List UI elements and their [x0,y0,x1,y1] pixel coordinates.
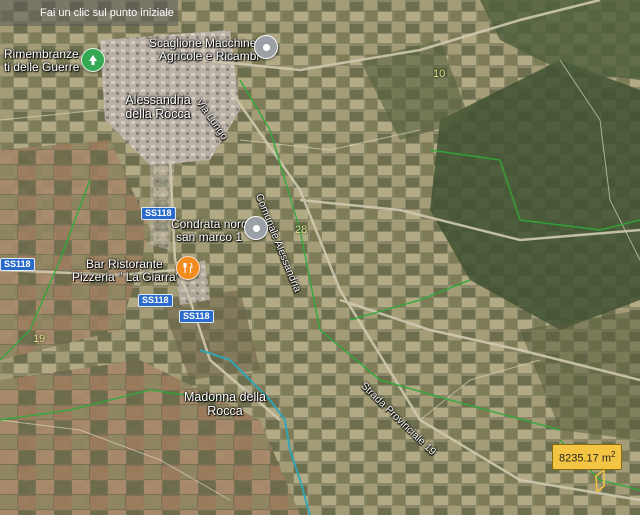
boundary-number-19: 19 [33,333,46,345]
area-measure-unit: 2 [610,450,616,459]
place-label-rimembranze-2: ti delle Guerre [4,60,80,74]
road-shield-ss118: SS118 [138,294,173,307]
area-measure-label: 8235.17 m2 [552,444,623,470]
tree-icon[interactable] [81,48,105,72]
town-label-madonna: Madonna della Rocca [183,390,266,418]
place-label-bar-2: Pizzeria " La Giarra" [72,270,180,284]
map-pin-dot [262,43,270,51]
town-label-alessandria: Alessandria della Rocca [125,93,191,121]
road-shield-ss118: SS118 [0,258,35,271]
boundary-number-10: 10 [433,68,446,80]
restaurant-icon-glyph [183,262,193,273]
place-label-scaglione-2: Agricole e Ricambi [159,49,260,63]
place-label-condrata-2: san marco 1 [176,230,243,244]
restaurant-icon[interactable] [176,256,200,280]
road-shield-ss118: SS118 [179,310,214,323]
boundary-number-28: 28 [295,224,308,236]
map-hint-bar: Fai un clic sul punto iniziale [0,0,178,26]
hint-text: Fai un clic sul punto iniziale [40,7,174,19]
map-pin-icon[interactable] [254,35,278,59]
map-pin-icon[interactable] [244,216,268,240]
satellite-map[interactable]: Fai un clic sul punto iniziale Rimembran… [0,0,640,515]
area-measure-value: 8235.17 m [559,452,611,465]
map-pin-dot [252,224,260,232]
road-shield-ss118: SS118 [141,207,176,220]
tree-icon-glyph [89,55,97,65]
